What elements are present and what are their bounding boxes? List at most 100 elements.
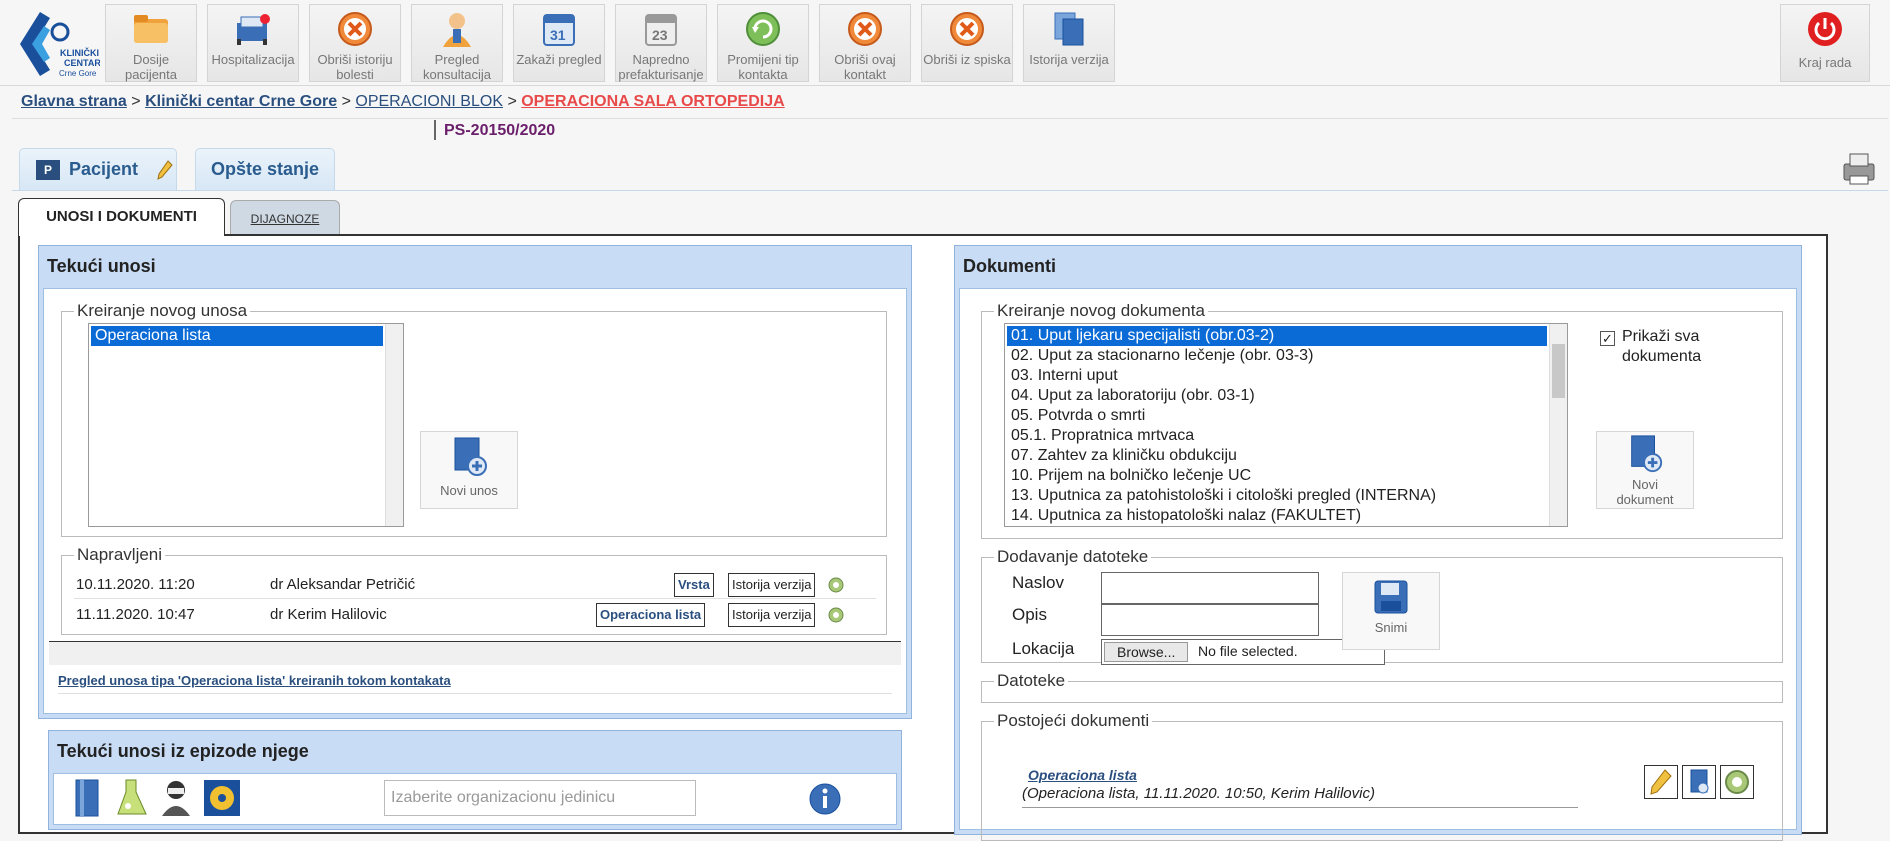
toolbar-label: Zakaži pregled	[516, 52, 602, 67]
doctor-icon	[443, 13, 471, 47]
schedule-button[interactable]: 31 Zakaži pregled	[513, 4, 605, 82]
button-label: Novi dokument	[1616, 477, 1674, 507]
logo-line2: CENTAR	[64, 58, 100, 68]
organization-unit-select[interactable]: Izaberite organizacionu jedinicu	[384, 780, 696, 816]
new-document-icon	[1631, 435, 1663, 473]
calendar-icon: 31	[543, 14, 575, 46]
hospitalization-button[interactable]: Hospitalizacija	[207, 4, 299, 82]
toolbar-label: Pregled konsultacija	[423, 52, 491, 82]
group-legend: Napravljeni	[77, 545, 163, 564]
list-item[interactable]: 10. Prijem na bolničko lečenje UC	[1007, 466, 1567, 486]
new-entry-button[interactable]: Novi unos	[420, 431, 518, 509]
scrollbar-thumb[interactable]	[1552, 344, 1565, 398]
list-item[interactable]: Operaciona lista	[91, 326, 383, 346]
version-history-button[interactable]: Istorija verzija	[728, 573, 816, 597]
list-item[interactable]: 13. Uputnica za patohistološki i citološ…	[1007, 486, 1567, 506]
table-row: 11.11.2020. 10:47 dr Kerim Halilovic Ope…	[74, 601, 876, 629]
divider	[12, 118, 1888, 119]
breadcrumb-current[interactable]: OPERACIONA SALA ORTOPEDIJA	[521, 93, 784, 110]
document-versions-button[interactable]	[1682, 765, 1716, 799]
group-legend: Kreiranje novog dokumenta	[997, 301, 1205, 320]
title-label: Naslov	[1012, 573, 1064, 592]
book-icon[interactable]	[72, 778, 104, 818]
scrollbar[interactable]	[385, 324, 403, 526]
toolbar-label: Obriši iz spiska	[923, 52, 1011, 67]
refresh-document-button[interactable]	[1720, 765, 1754, 799]
scrollbar[interactable]	[1549, 324, 1567, 526]
tab-label: Opšte stanje	[210, 159, 320, 179]
info-icon[interactable]	[808, 782, 842, 816]
breadcrumb-home[interactable]: Glavna strana	[21, 93, 127, 110]
entry-type-button[interactable]: Vrsta	[674, 573, 714, 597]
save-file-button[interactable]: Snimi	[1342, 572, 1440, 650]
list-item[interactable]: 01. Uput ljekaru specijalisti (obr.03-2)	[1007, 326, 1547, 346]
new-document-button[interactable]: Novi dokument	[1596, 431, 1694, 509]
panel-title: Dokumenti	[963, 256, 1057, 276]
show-all-checkbox[interactable]: ✓	[1600, 331, 1615, 346]
lab-flask-icon[interactable]	[114, 778, 150, 818]
logo-line1: KLINIČKI	[60, 47, 99, 58]
change-contact-type-button[interactable]: Promijeni tip kontakta	[717, 4, 809, 82]
tab-label: UNOSI I DOKUMENTI	[46, 208, 197, 225]
list-item[interactable]: 05. Potvrda o smrti	[1007, 406, 1567, 426]
list-item[interactable]: 05.1. Propratnica mrtvaca	[1007, 426, 1567, 446]
tab-label: DIJAGNOZE	[250, 212, 320, 226]
existing-document-link[interactable]: Operaciona lista	[1028, 767, 1137, 783]
title-input[interactable]	[1101, 572, 1319, 604]
checkbox-label: Prikaži sva dokumenta	[1622, 328, 1702, 365]
browse-button[interactable]: Browse...	[1104, 642, 1189, 662]
toolbar-label: Obriši istoriju bolesti	[317, 52, 393, 82]
delete-contact-button[interactable]: Obriši ovaj kontakt	[819, 4, 911, 82]
panel-title: Tekući unosi	[47, 256, 156, 276]
versions-icon	[1054, 12, 1084, 46]
tab-diagnoses[interactable]: DIJAGNOZE	[230, 200, 340, 234]
list-item[interactable]: 14. Uputnica za histopatološki nalaz (FA…	[1007, 506, 1567, 526]
toolbar-label: Istorija verzija	[1029, 52, 1109, 67]
prefacturing-button[interactable]: 23 Napredno prefakturisanje	[615, 4, 707, 82]
delete-history-button[interactable]: Obriši istoriju bolesti	[309, 4, 401, 82]
refresh-icon	[1725, 770, 1749, 794]
show-all-checkbox-row[interactable]: ✓ Prikaži sva dokumenta	[1600, 327, 1770, 365]
list-item[interactable]: 03. Interni uput	[1007, 366, 1567, 386]
panel-body: Kreiranje novog dokumenta 01. Uput ljeka…	[959, 288, 1797, 841]
entry-type-button[interactable]: Operaciona lista	[596, 603, 706, 627]
list-item[interactable]: 02. Uput za stacionarno lečenje (obr. 03…	[1007, 346, 1567, 366]
version-history-button[interactable]: Istorija verzija	[728, 603, 816, 627]
toolbar: KLINIČKI CENTAR Crne Gore Dosije pacijen…	[0, 0, 1890, 86]
list-item[interactable]: 04. Uput za laboratoriju (obr. 03-1)	[1007, 386, 1567, 406]
description-label: Opis	[1012, 605, 1047, 624]
printer-icon[interactable]	[1840, 150, 1878, 188]
entry-type-list[interactable]: Operaciona lista	[88, 323, 404, 527]
document-type-list[interactable]: 01. Uput ljekaru specijalisti (obr.03-2)…	[1004, 323, 1568, 527]
version-history-button[interactable]: Istorija verzija	[1023, 4, 1115, 82]
pencil-icon[interactable]	[156, 159, 174, 181]
biohazard-icon[interactable]	[202, 778, 242, 818]
clinic-logo[interactable]: KLINIČKI CENTAR Crne Gore	[10, 4, 101, 82]
description-input[interactable]	[1101, 604, 1319, 636]
refresh-icon[interactable]	[828, 577, 844, 593]
consultations-button[interactable]: Pregled konsultacija	[411, 4, 503, 82]
case-number: PS-20150/2020	[444, 122, 556, 139]
breadcrumb-separator: >	[341, 93, 351, 110]
surgeon-icon[interactable]	[158, 778, 194, 818]
logout-button[interactable]: Kraj rada	[1780, 4, 1870, 82]
breadcrumb-block[interactable]: OPERACIONI BLOK	[355, 93, 503, 110]
delete-from-list-button[interactable]: Obriši iz spiska	[921, 4, 1013, 82]
pencil-icon	[1650, 769, 1672, 795]
logo-line3: Crne Gore	[59, 69, 97, 78]
breadcrumb-clinic[interactable]: Klinički centar Crne Gore	[145, 93, 337, 110]
new-document-icon	[454, 437, 487, 476]
list-item[interactable]: 07. Zahtev za kliničku obdukciju	[1007, 446, 1567, 466]
tab-entries-documents[interactable]: UNOSI I DOKUMENTI	[18, 198, 225, 236]
delete-icon	[338, 12, 372, 46]
patient-file-button[interactable]: Dosije pacijenta	[105, 4, 197, 82]
tab-general-condition[interactable]: Opšte stanje	[195, 148, 335, 191]
svg-text:31: 31	[550, 27, 566, 43]
edit-document-button[interactable]	[1644, 765, 1678, 799]
refresh-icon[interactable]	[828, 607, 844, 623]
tab-label: Pacijent	[69, 159, 139, 179]
delete-icon	[950, 12, 984, 46]
tab-patient[interactable]: P Pacijent	[19, 148, 177, 191]
divider	[1022, 807, 1578, 808]
review-entries-link[interactable]: Pregled unosa tipa 'Operaciona lista' kr…	[58, 673, 451, 688]
